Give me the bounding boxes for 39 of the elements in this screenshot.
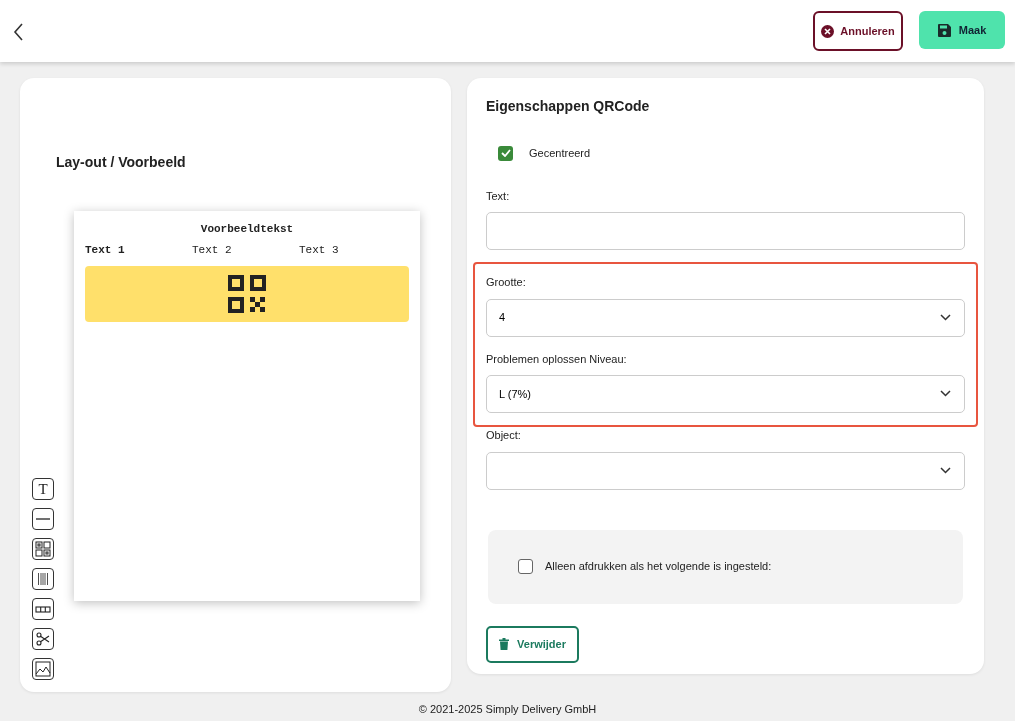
barcode-tool-button[interactable] [32, 568, 54, 590]
cancel-button[interactable]: Annuleren [813, 11, 903, 51]
label-text: Text 3 [299, 243, 339, 256]
checkbox-label: Alleen afdrukken als het volgende is ingesteld: [545, 559, 772, 575]
image-tool-button[interactable] [32, 658, 54, 680]
footer-copyright: © 2021-2025 Simply Delivery GmbH [418, 703, 597, 715]
table-tool-button[interactable] [32, 598, 54, 620]
line-tool-icon [36, 518, 50, 520]
section-title: Lay-out / Voorbeeld [56, 153, 186, 172]
save-button[interactable]: Maak [919, 11, 1005, 49]
label-title: Voorbeeldtekst [200, 222, 294, 237]
panel-title: Eigenschappen QRCode [486, 97, 650, 116]
select-field[interactable] [486, 451, 965, 490]
image-tool-icon [33, 659, 53, 679]
close-icon [821, 24, 835, 38]
field-label: Problemen oplossen Niveau: [486, 351, 627, 367]
label-text: Text 1 [85, 243, 125, 256]
scissors-button[interactable] [32, 628, 54, 650]
chevron-down-icon [940, 390, 951, 397]
field-label: Text: [486, 188, 510, 204]
checkbox[interactable] [518, 559, 533, 574]
line-tool-button[interactable] [32, 508, 54, 530]
field-label: Object: [486, 428, 521, 443]
qr-code-tool-icon [33, 539, 53, 559]
qr-code-icon [228, 275, 266, 313]
checkbox[interactable] [498, 145, 513, 161]
text-tool-button[interactable]: T [32, 478, 54, 500]
delete-button[interactable]: Verwijder [486, 625, 579, 663]
select-field[interactable]: 4 [486, 298, 965, 337]
checkbox-label: Gecentreerd [529, 146, 591, 161]
trash-icon [499, 638, 510, 650]
chevron-down-icon [940, 313, 951, 321]
field-label: Grootte: [486, 275, 526, 290]
select-field[interactable]: L (7%) [486, 375, 965, 413]
qr-code-element[interactable] [85, 266, 409, 322]
qr-code-tool-button[interactable] [32, 538, 54, 560]
chevron-down-icon [940, 466, 951, 474]
text-input-field[interactable] [486, 212, 965, 250]
label-text: Text 2 [192, 243, 232, 256]
